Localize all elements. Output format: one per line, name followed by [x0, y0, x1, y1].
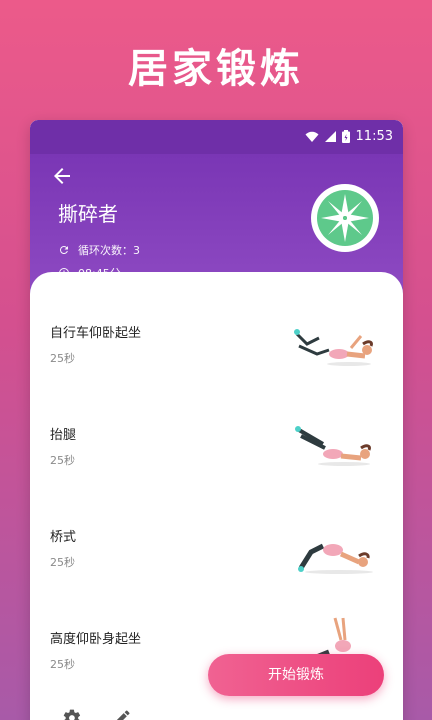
list-item[interactable]: 抬腿 25秒: [30, 374, 403, 474]
phone-frame: 11:53 撕碎者 循环次数：3 08:45分: [30, 120, 403, 720]
workout-title: 撕碎者: [58, 202, 118, 226]
list-item[interactable]: 自行车仰卧起坐 25秒: [30, 272, 403, 372]
exercise-name: 桥式: [50, 530, 77, 545]
bottom-toolbar: [30, 700, 403, 720]
promo-title: 居家锻炼: [128, 46, 304, 92]
exercise-list: 自行车仰卧起坐 25秒 抬腿 25秒 桥式 25秒 高度仰卧身起坐 25秒: [30, 272, 403, 720]
exercise-duration: 25秒: [50, 352, 75, 365]
list-item[interactable]: 桥式 25秒: [30, 476, 403, 576]
back-arrow-icon[interactable]: [50, 164, 74, 188]
cycles-row: 循环次数：3: [58, 242, 140, 258]
exercise-name: 自行车仰卧起坐: [50, 326, 142, 341]
signal-icon: [324, 131, 336, 142]
refresh-icon: [59, 245, 68, 254]
exercise-duration: 25秒: [50, 556, 75, 569]
status-bar: 11:53: [30, 120, 403, 154]
exercise-duration: 25秒: [50, 454, 75, 467]
status-time: 11:53: [355, 129, 393, 144]
battery-icon: [341, 130, 350, 143]
cycles-text: 循环次数：3: [78, 244, 140, 257]
exercise-name: 高度仰卧身起坐: [50, 632, 142, 647]
bridge-figure-icon: [298, 543, 373, 574]
start-workout-button[interactable]: 开始锻炼: [208, 654, 384, 696]
exercise-duration: 25秒: [50, 658, 75, 671]
exercise-name: 抬腿: [50, 428, 77, 443]
wifi-icon: [305, 131, 319, 142]
workout-badge-icon: [311, 184, 379, 252]
pencil-icon[interactable]: [112, 708, 132, 720]
bicycle-crunch-figure-icon: [294, 329, 373, 366]
leg-raise-figure-icon: [295, 426, 371, 466]
gear-icon[interactable]: [62, 708, 82, 720]
